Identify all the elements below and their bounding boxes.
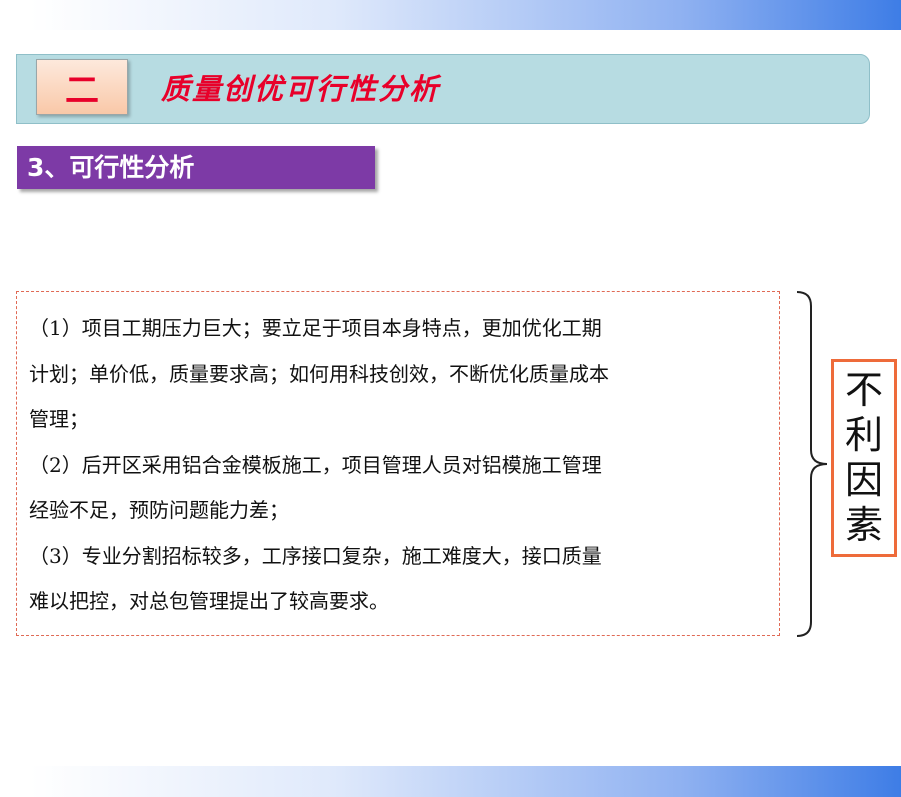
content-line: 管理；	[29, 407, 89, 431]
right-brace-icon	[796, 291, 828, 637]
content-text-box: （1）项目工期压力巨大；要立足于项目本身特点，更加优化工期 计划；单价低，质量要…	[16, 291, 780, 636]
content-line: （3）专业分割招标较多，工序接口复杂，施工难度大，接口质量	[29, 543, 602, 568]
top-gradient-bar	[30, 0, 901, 30]
content-line: （1）项目工期压力巨大；要立足于项目本身特点，更加优化工期	[29, 316, 602, 340]
content-line: 难以把控，对总包管理提出了较高要求。	[29, 589, 389, 613]
bottom-gradient-bar	[30, 766, 901, 797]
side-label-char: 素	[844, 503, 883, 547]
content-line: （2）后开区采用铝合金模板施工，项目管理人员对铝模施工管理	[29, 452, 602, 477]
side-label-char: 因	[844, 458, 883, 502]
content-line: 计划；单价低，质量要求高；如何用科技创效，不断优化质量成本	[29, 361, 609, 386]
side-label-char: 不	[844, 368, 883, 412]
section-number-badge: 二	[36, 59, 128, 115]
subsection-title: 3、可行性分析	[17, 146, 375, 189]
side-label-box: 不 利 因 素	[831, 359, 897, 557]
section-header-banner: 二 质量创优可行性分析	[16, 54, 870, 124]
content-line: 经验不足，预防问题能力差；	[29, 498, 289, 522]
section-title: 质量创优可行性分析	[161, 72, 441, 106]
side-label-char: 利	[844, 413, 883, 457]
